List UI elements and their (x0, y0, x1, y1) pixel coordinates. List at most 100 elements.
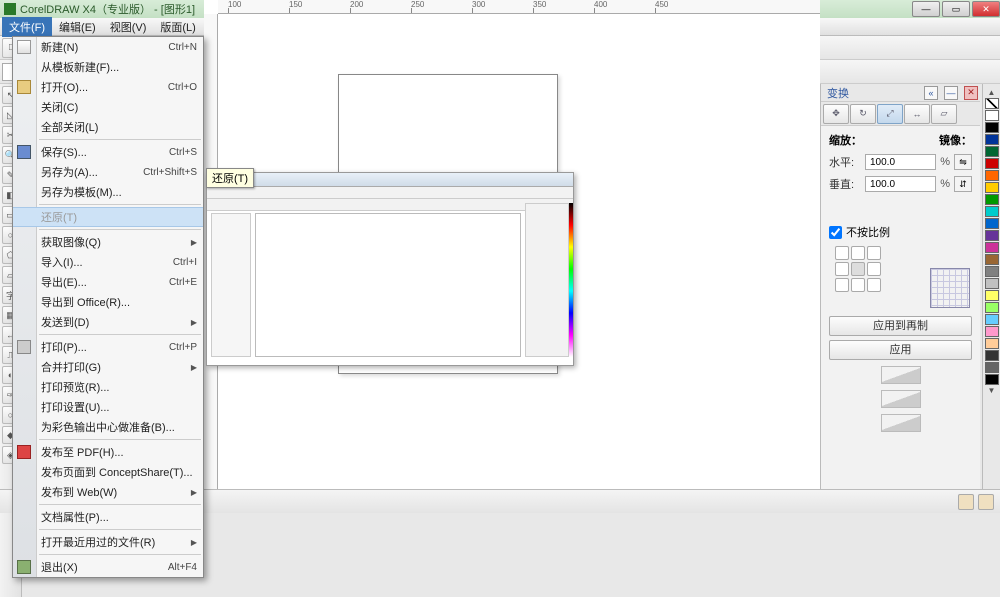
v-value[interactable]: 100.0 (865, 176, 936, 192)
file-menu-item-1[interactable]: 从模板新建(F)... (13, 57, 203, 77)
file-menu-item-3[interactable]: 关闭(C) (13, 97, 203, 117)
file-menu-item-16[interactable]: 发送到(D) (13, 312, 203, 332)
scale-header: 缩放： (829, 132, 862, 148)
menu-item-label: 打印预览(R)... (41, 379, 109, 395)
h-value[interactable]: 100.0 (865, 154, 936, 170)
color-swatch[interactable] (985, 110, 999, 121)
file-menu-item-13[interactable]: 导入(I)...Ctrl+I (13, 252, 203, 272)
close-button[interactable]: ✕ (972, 1, 1000, 17)
maximize-button[interactable]: ▭ (942, 1, 970, 17)
v-label: 垂直: (829, 176, 861, 192)
menu-shortcut: Ctrl+Shift+S (143, 167, 197, 178)
menu-item-label: 还原(T) (41, 209, 77, 225)
file-menu-item-21[interactable]: 打印设置(U)... (13, 397, 203, 417)
docker-minimize-button[interactable]: — (944, 86, 958, 100)
file-menu-item-4[interactable]: 全部关闭(L) (13, 117, 203, 137)
mirror-h-button[interactable]: ⇋ (954, 154, 972, 170)
color-swatch[interactable] (985, 338, 999, 349)
file-menu-item-14[interactable]: 导出(E)...Ctrl+E (13, 272, 203, 292)
color-swatch[interactable] (985, 266, 999, 277)
ruler-tick: 300 (472, 0, 485, 9)
color-swatch[interactable] (985, 122, 999, 133)
file-menu-item-20[interactable]: 打印预览(R)... (13, 377, 203, 397)
file-menu-item-19[interactable]: 合并打印(G) (13, 357, 203, 377)
menu-1[interactable]: 编辑(E) (52, 17, 103, 37)
palette-down-arrow[interactable]: ▼ (988, 386, 996, 395)
mirror-v-button[interactable]: ⇵ (954, 176, 972, 192)
color-swatch[interactable] (985, 134, 999, 145)
v-unit: % (940, 178, 950, 190)
ruler-tick: 450 (655, 0, 668, 9)
color-swatch[interactable] (985, 326, 999, 337)
file-menu-item-30[interactable]: 打开最近用过的文件(R) (13, 532, 203, 552)
palette-up-arrow[interactable]: ▲ (988, 88, 996, 97)
file-menu-item-25[interactable]: 发布页面到 ConceptShare(T)... (13, 462, 203, 482)
menu-tooltip: 还原(T) (206, 168, 254, 188)
menu-0[interactable]: 文件(F) (2, 17, 52, 37)
exit-icon (17, 560, 31, 574)
new-icon (17, 40, 31, 54)
status-fill-icon[interactable] (958, 494, 974, 510)
color-swatch[interactable] (985, 350, 999, 361)
color-swatch[interactable] (985, 374, 999, 385)
file-menu-item-22[interactable]: 为彩色输出中心做准备(B)... (13, 417, 203, 437)
color-swatch[interactable] (985, 206, 999, 217)
minimize-button[interactable]: — (912, 1, 940, 17)
color-swatch[interactable] (985, 182, 999, 193)
apply-duplicate-button[interactable]: 应用到再制 (829, 316, 972, 336)
skew-tab[interactable]: ▱ (931, 104, 957, 124)
color-swatch[interactable] (985, 278, 999, 289)
horizontal-ruler: 100150200250300350400450 (218, 0, 820, 14)
color-swatch[interactable] (985, 218, 999, 229)
file-menu-item-15[interactable]: 导出到 Office(R)... (13, 292, 203, 312)
ruler-tick: 100 (228, 0, 241, 9)
file-menu-item-32[interactable]: 退出(X)Alt+F4 (13, 557, 203, 577)
menu-item-label: 打印设置(U)... (41, 399, 109, 415)
docker-help-button[interactable]: « (924, 86, 938, 100)
file-menu-item-24[interactable]: 发布至 PDF(H)... (13, 442, 203, 462)
menu-item-label: 导出(E)... (41, 274, 87, 290)
file-menu-item-2[interactable]: 打开(O)...Ctrl+O (13, 77, 203, 97)
no-fill-swatch[interactable] (985, 98, 999, 109)
color-swatch[interactable] (985, 242, 999, 253)
position-tab[interactable]: ✥ (823, 104, 849, 124)
file-menu-item-18[interactable]: 打印(P)...Ctrl+P (13, 337, 203, 357)
color-swatch[interactable] (985, 170, 999, 181)
file-menu-item-12[interactable]: 获取图像(Q) (13, 232, 203, 252)
docker-titlebar: 变换 « — ✕ (821, 84, 980, 102)
file-menu-item-26[interactable]: 发布到 Web(W) (13, 482, 203, 502)
anchor-preview-icon (930, 268, 970, 308)
ruler-tick: 200 (350, 0, 363, 9)
ruler-tick: 350 (533, 0, 546, 9)
menu-item-label: 打开最近用过的文件(R) (41, 534, 155, 550)
scale-tab[interactable]: ⤢ (877, 104, 903, 124)
status-outline-icon[interactable] (978, 494, 994, 510)
menu-item-label: 合并打印(G) (41, 359, 101, 375)
menu-shortcut: Ctrl+I (173, 257, 197, 268)
color-swatch[interactable] (985, 290, 999, 301)
file-menu-item-28[interactable]: 文档属性(P)... (13, 507, 203, 527)
size-tab[interactable]: ↔ (904, 104, 930, 124)
file-menu-item-7[interactable]: 另存为(A)...Ctrl+Shift+S (13, 162, 203, 182)
separator-icon (881, 366, 921, 384)
color-swatch[interactable] (985, 302, 999, 313)
nonproportional-label: 不按比例 (846, 224, 890, 240)
file-menu-item-6[interactable]: 保存(S)...Ctrl+S (13, 142, 203, 162)
color-swatch[interactable] (985, 146, 999, 157)
color-swatch[interactable] (985, 158, 999, 169)
color-swatch[interactable] (985, 362, 999, 373)
apply-button[interactable]: 应用 (829, 340, 972, 360)
vertical-row: 垂直: 100.0 % ⇵ (829, 176, 972, 192)
rotate-tab[interactable]: ↻ (850, 104, 876, 124)
transform-docker: 变换 « — ✕ ✥ ↻ ⤢ ↔ ▱ 缩放： 镜像： 水平: 100.0 % ⇋… (820, 84, 980, 489)
color-swatch[interactable] (985, 230, 999, 241)
menu-3[interactable]: 版面(L) (153, 17, 202, 37)
menu-2[interactable]: 视图(V) (103, 17, 154, 37)
color-swatch[interactable] (985, 254, 999, 265)
color-swatch[interactable] (985, 194, 999, 205)
color-swatch[interactable] (985, 314, 999, 325)
file-menu-item-8[interactable]: 另存为模板(M)... (13, 182, 203, 202)
nonproportional-checkbox[interactable] (829, 226, 842, 239)
file-menu-item-0[interactable]: 新建(N)Ctrl+N (13, 37, 203, 57)
docker-close-button[interactable]: ✕ (964, 86, 978, 100)
